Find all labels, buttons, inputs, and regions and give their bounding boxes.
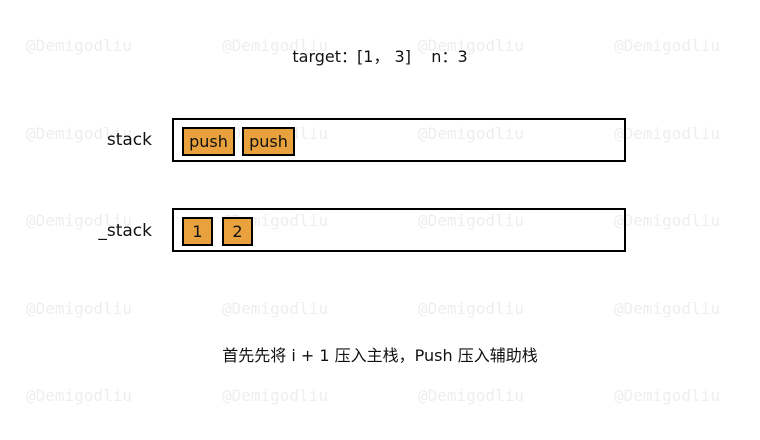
target-header: target：[1， 3] n：3 (292, 47, 468, 66)
aux-stack: 1 2 (172, 208, 626, 252)
watermark: @Demigodliu (614, 124, 720, 143)
watermark: @Demigodliu (614, 299, 720, 318)
watermark: @Demigodliu (26, 299, 132, 318)
watermark: @Demigodliu (222, 299, 328, 318)
aux-stack-label: _stack (98, 221, 152, 241)
stack-cell: push (182, 127, 235, 156)
watermark: @Demigodliu (614, 211, 720, 230)
step-caption: 首先先将 i + 1 压入主栈，Push 压入辅助栈 (222, 346, 538, 365)
watermark: @Demigodliu (418, 299, 524, 318)
stack-cell: push (242, 127, 295, 156)
watermark: @Demigodliu (614, 386, 720, 405)
aux-stack-cell: 2 (222, 217, 253, 246)
stack-label: stack (106, 130, 152, 150)
watermark: @Demigodliu (26, 386, 132, 405)
watermark: @Demigodliu (418, 386, 524, 405)
watermark: @Demigodliu (222, 386, 328, 405)
main-stack: push push (172, 118, 626, 162)
aux-stack-cell: 1 (182, 217, 213, 246)
